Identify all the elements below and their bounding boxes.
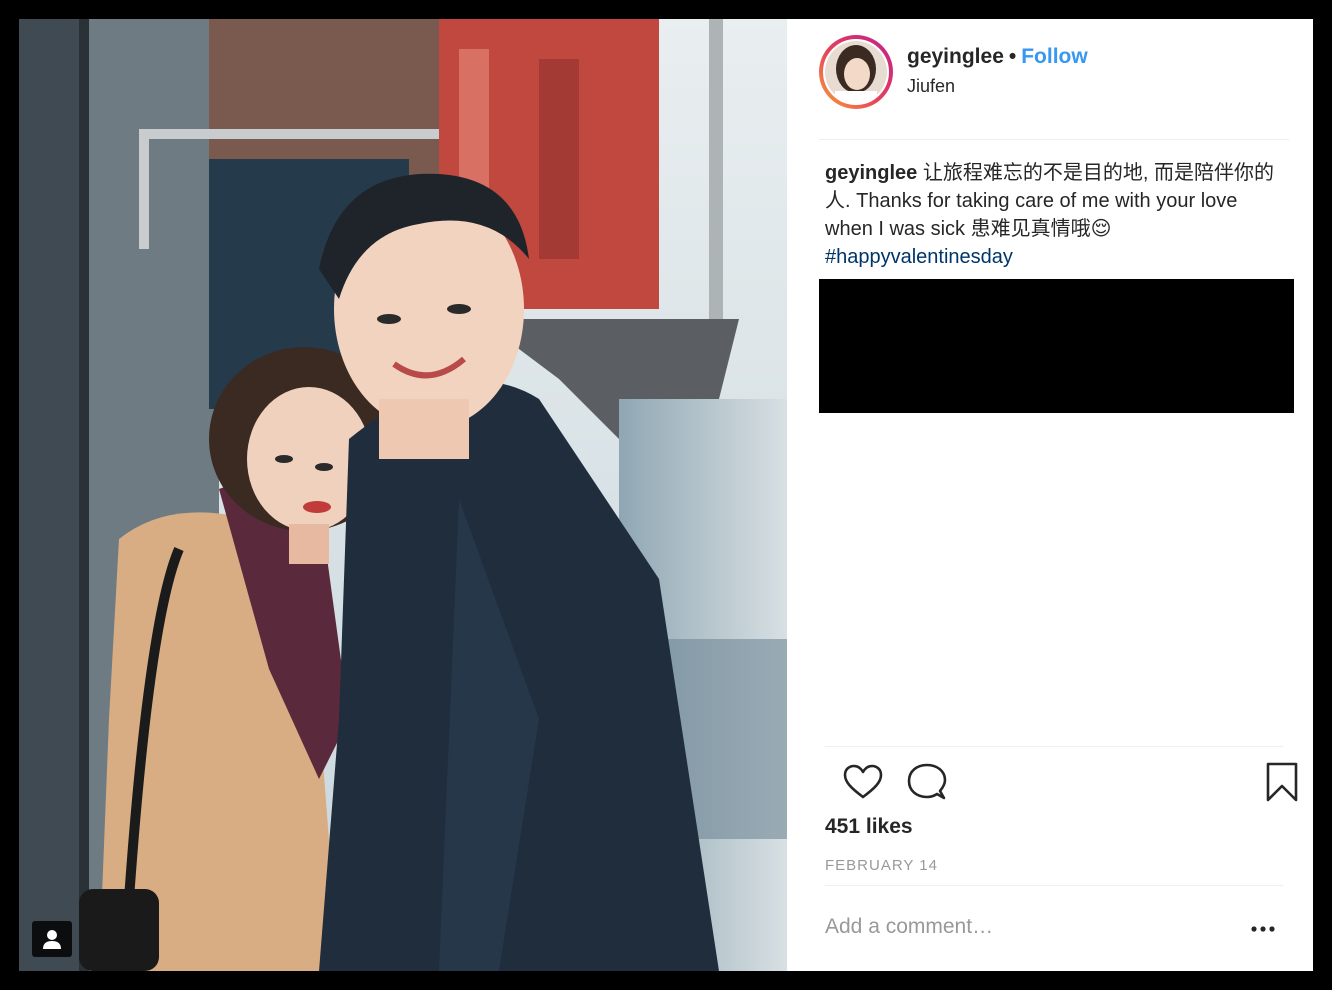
photo-illustration [19,19,787,971]
post-photo[interactable] [19,19,787,971]
avatar[interactable] [823,39,889,105]
post-side-panel: geyinglee • Follow Jiufen geyinglee 让旅程难忘的… [787,19,1313,971]
like-button[interactable] [843,764,883,805]
hashtag-link[interactable]: #happyvalentinesday [825,246,1013,268]
comment-button[interactable] [907,763,947,806]
avatar-image [825,41,887,103]
comment-input[interactable] [825,912,1225,942]
user-tag-button[interactable] [32,921,72,957]
post-date: FEBRUARY 14 [825,857,938,874]
post-modal: geyinglee • Follow Jiufen geyinglee 让旅程难忘的… [19,19,1313,971]
post-username[interactable]: geyinglee [907,45,1004,68]
bookmark-icon [1266,762,1298,802]
follow-button[interactable]: Follow [1021,45,1088,68]
save-button[interactable] [1265,762,1299,807]
redacted-region [819,279,1294,413]
location-link[interactable]: Jiufen [907,76,1088,97]
separator-dot: • [1008,45,1017,68]
post-caption: geyinglee 让旅程难忘的不是目的地, 而是陪伴你的人. Thanks f… [825,159,1285,271]
divider [825,746,1283,747]
comment-bubble-icon [907,763,947,800]
user-tag-icon [43,930,61,949]
more-options-icon [1251,926,1275,932]
caption-username[interactable]: geyinglee [825,162,917,184]
more-options-button[interactable] [1249,919,1279,939]
story-ring[interactable] [819,35,893,109]
heart-icon [843,764,883,799]
post-header: geyinglee • Follow Jiufen [819,35,1289,140]
divider [825,885,1283,886]
likes-count[interactable]: 451 likes [825,815,913,839]
header-text: geyinglee • Follow Jiufen [907,45,1088,97]
